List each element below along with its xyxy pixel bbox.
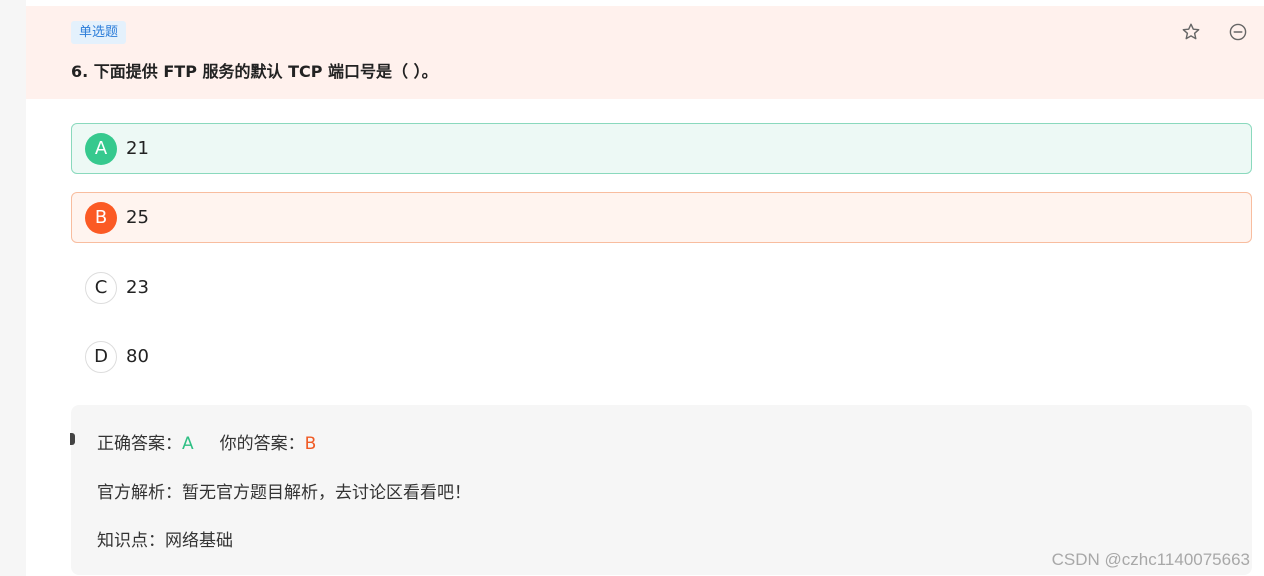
knowledge-text: 网络基础 — [165, 531, 233, 551]
option-c[interactable]: C 23 — [71, 262, 1252, 313]
your-answer-value: B — [304, 434, 317, 454]
question-title: 6. 下面提供 FTP 服务的默认 TCP 端口号是（ ）。 — [71, 62, 438, 81]
question-header: 单选题 6. 下面提供 FTP 服务的默认 TCP 端口号是（ ）。 — [26, 6, 1264, 99]
csdn-watermark: CSDN @czhc1140075663 — [1051, 550, 1250, 569]
option-letter-c: C — [85, 271, 117, 304]
question-type-tag: 单选题 — [71, 21, 127, 44]
knowledge-line: 知识点：网络基础 — [97, 526, 233, 551]
official-analysis-line: 官方解析：暂无官方题目解析，去讨论区看看吧！ — [97, 478, 471, 503]
left-gutter — [0, 0, 26, 576]
your-answer-label: 你的答案： — [219, 434, 305, 454]
option-d[interactable]: D 80 — [71, 331, 1252, 382]
knowledge-label: 知识点： — [97, 531, 165, 551]
official-analysis-text: 暂无官方题目解析，去讨论区看看吧！ — [182, 483, 471, 503]
option-b[interactable]: B 25 — [71, 192, 1252, 243]
option-text-c: 23 — [126, 276, 149, 298]
option-text-b: 25 — [126, 206, 149, 228]
option-letter-b: B — [85, 201, 117, 234]
star-icon[interactable] — [1181, 22, 1201, 42]
correct-answer-value: A — [182, 434, 194, 454]
option-a[interactable]: A 21 — [71, 123, 1252, 174]
option-letter-d: D — [85, 340, 117, 373]
official-analysis-label: 官方解析： — [97, 483, 182, 503]
minus-circle-icon[interactable] — [1228, 22, 1248, 42]
option-text-d: 80 — [126, 345, 149, 367]
option-letter-a: A — [85, 132, 117, 165]
option-text-a: 21 — [126, 137, 149, 159]
analysis-marker — [70, 433, 75, 445]
correct-answer-label: 正确答案： — [97, 434, 182, 454]
answer-line: 正确答案：A 你的答案：B — [97, 429, 316, 454]
